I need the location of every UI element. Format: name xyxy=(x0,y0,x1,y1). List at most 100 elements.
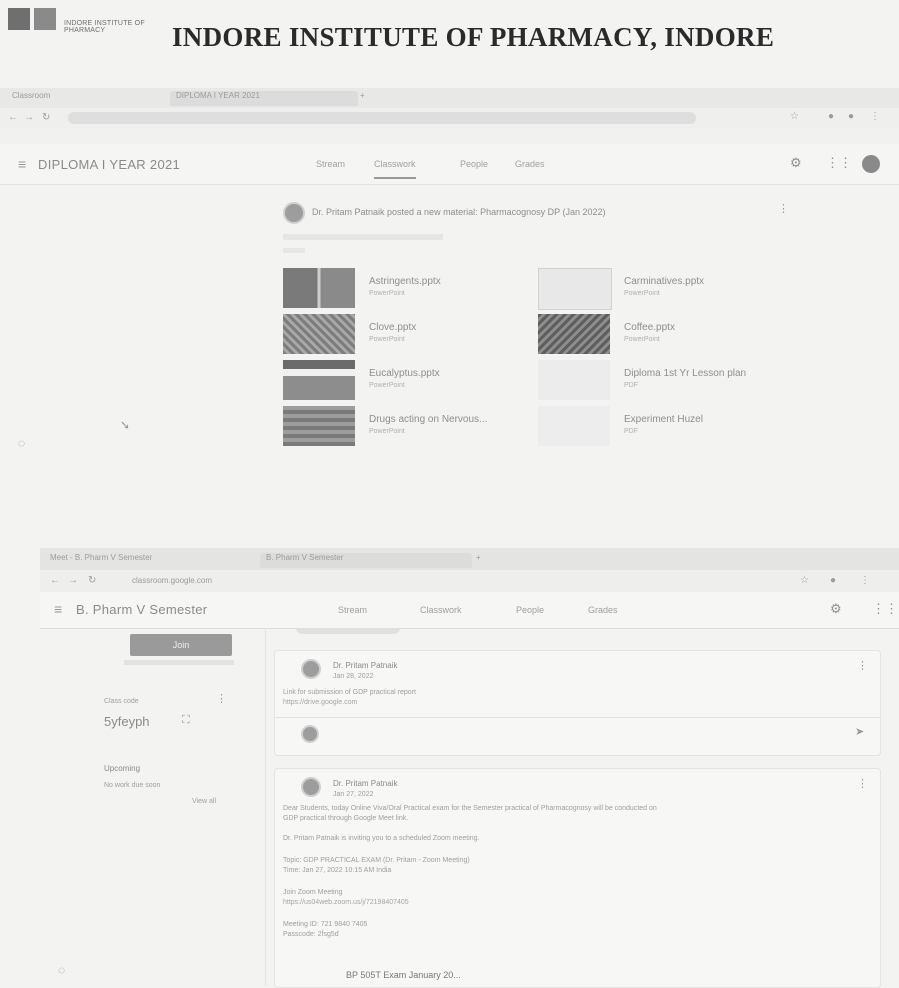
institute-title: INDORE INSTITUTE OF PHARMACY, INDORE xyxy=(172,22,775,52)
attachment-card[interactable]: Experiment Huzel PDF xyxy=(538,406,788,450)
tab-grades[interactable]: Grades xyxy=(515,159,545,169)
attachment-card[interactable]: Clove.pptx PowerPoint xyxy=(283,314,533,358)
join-button[interactable]: Join xyxy=(130,634,232,656)
more-options-icon[interactable]: ⋮ xyxy=(216,692,227,705)
post-link[interactable]: https://drive.google.com xyxy=(283,699,357,706)
more-options-icon[interactable]: ⋮ xyxy=(778,202,789,215)
tab-stream[interactable]: Stream xyxy=(316,159,345,169)
browser-tab-active[interactable]: B. Pharm V Semester xyxy=(260,553,472,568)
hamburger-menu-icon[interactable]: ≡ xyxy=(54,601,62,617)
zoom-link[interactable]: https://us04web.zoom.us/j/72198407405 xyxy=(283,899,409,906)
attachment-card[interactable]: Carminatives.pptx PowerPoint xyxy=(538,268,788,312)
class-code-label: Class code xyxy=(104,698,139,705)
classroom-screenshot-1: Classroom DIPLOMA I YEAR 2021 + ← → ↻ ☆ … xyxy=(0,88,899,500)
slide-thumbnail xyxy=(538,268,612,310)
attachment-card[interactable]: Coffee.pptx PowerPoint xyxy=(538,314,788,358)
attachment-name: Coffee.pptx xyxy=(624,322,675,333)
comment-avatar xyxy=(301,725,319,743)
attachment-type: PowerPoint xyxy=(369,382,405,389)
browser-tab[interactable]: Meet - B. Pharm V Semester xyxy=(50,553,152,568)
attachment-type: PDF xyxy=(624,428,638,435)
tab-classwork[interactable]: Classwork xyxy=(374,159,416,179)
attachment-type: PDF xyxy=(624,382,638,389)
extension-icon[interactable]: ● xyxy=(830,575,836,590)
attachment-card[interactable]: Astringents.pptx PowerPoint xyxy=(283,268,533,312)
reload-icon[interactable]: ↻ xyxy=(42,112,50,127)
new-tab-icon[interactable]: + xyxy=(476,553,481,568)
meet-link-line xyxy=(124,660,234,665)
post-date: Jan 28, 2022 xyxy=(333,673,374,680)
browser-tab-active[interactable]: DIPLOMA I YEAR 2021 xyxy=(170,91,358,106)
star-icon[interactable]: ☆ xyxy=(790,111,799,126)
browser-tab-strip: Meet - B. Pharm V Semester B. Pharm V Se… xyxy=(40,548,899,570)
address-input[interactable]: classroom.google.com xyxy=(132,576,212,591)
post-date: Jan 27, 2022 xyxy=(333,791,374,798)
post-body-line: GDP practical through Google Meet link. xyxy=(283,815,409,822)
browser-tab[interactable]: Classroom xyxy=(12,91,50,106)
class-title[interactable]: B. Pharm V Semester xyxy=(76,602,207,617)
tab-stream[interactable]: Stream xyxy=(338,605,367,615)
attachment-type: PowerPoint xyxy=(369,428,405,435)
attachment-name: Experiment Huzel xyxy=(624,414,703,425)
apps-grid-icon[interactable]: ⋮⋮ xyxy=(872,601,898,617)
post-heading[interactable]: Dr. Pritam Patnaik posted a new material… xyxy=(312,207,605,217)
address-input[interactable] xyxy=(68,112,696,124)
attached-file-name[interactable]: BP 505T Exam January 20... xyxy=(346,970,461,980)
attachment-type: PowerPoint xyxy=(624,336,660,343)
help-icon[interactable]: ◌ xyxy=(18,436,25,450)
logo-text: INDORE INSTITUTE OF PHARMACY xyxy=(64,20,145,34)
post-body-line: Join Zoom Meeting xyxy=(283,889,343,896)
poster-avatar xyxy=(283,202,305,224)
settings-gear-icon[interactable]: ⚙ xyxy=(790,155,802,171)
attachment-name: Eucalyptus.pptx xyxy=(369,368,440,379)
new-tab-icon[interactable]: + xyxy=(360,91,365,106)
account-avatar[interactable] xyxy=(862,155,880,173)
class-code-value: 5yfeyph xyxy=(104,714,150,729)
back-icon[interactable]: ← xyxy=(50,575,60,590)
send-icon[interactable]: ➤ xyxy=(855,725,864,738)
author-avatar xyxy=(301,659,321,679)
help-icon[interactable]: ◌ xyxy=(58,963,65,977)
classroom-top-bar: ≡ B. Pharm V Semester Stream Classwork P… xyxy=(40,592,899,629)
address-bar-row: ← → ↻ classroom.google.com ☆ ● ⋮ xyxy=(40,570,899,592)
settings-gear-icon[interactable]: ⚙ xyxy=(830,601,842,617)
apps-grid-icon[interactable]: ⋮⋮ xyxy=(826,155,852,171)
attachment-card[interactable]: Drugs acting on Nervous... PowerPoint xyxy=(283,406,533,450)
left-sidebar: Join Class code ⋮ 5yfeyph ⛶ Upcoming No … xyxy=(40,628,266,986)
extension-icon[interactable]: ● xyxy=(828,111,834,126)
forward-icon[interactable]: → xyxy=(68,575,78,590)
classroom-top-bar: ≡ DIPLOMA I YEAR 2021 Stream Classwork P… xyxy=(0,144,899,185)
back-icon[interactable]: ← xyxy=(8,112,18,127)
attachment-name: Drugs acting on Nervous... xyxy=(369,414,488,425)
post-body-line: Topic: GDP PRACTICAL EXAM (Dr. Pritam - … xyxy=(283,857,470,864)
tab-classwork[interactable]: Classwork xyxy=(420,605,462,615)
view-all-link[interactable]: View all xyxy=(192,798,216,805)
post-body-line: Dr. Pritam Patnaik is inviting you to a … xyxy=(283,835,480,842)
fullscreen-icon[interactable]: ⛶ xyxy=(182,714,190,727)
more-options-icon[interactable]: ⋮ xyxy=(857,777,868,790)
upcoming-heading: Upcoming xyxy=(104,764,141,773)
forward-icon[interactable]: → xyxy=(24,112,34,127)
class-title[interactable]: DIPLOMA I YEAR 2021 xyxy=(38,157,180,172)
profile-icon[interactable]: ● xyxy=(848,111,854,126)
slide-thumbnail xyxy=(283,360,355,400)
star-icon[interactable]: ☆ xyxy=(800,575,809,590)
previous-post-tail xyxy=(296,628,400,634)
reload-icon[interactable]: ↻ xyxy=(88,575,96,590)
stream-post: Dr. Pritam Patnaik Jan 28, 2022 ⋮ Link f… xyxy=(274,650,881,756)
more-options-icon[interactable]: ⋮ xyxy=(857,659,868,672)
attachment-name: Carminatives.pptx xyxy=(624,276,705,287)
logo-square-icon xyxy=(34,8,56,30)
stream-post: Dr. Pritam Patnaik Jan 27, 2022 ⋮ Dear S… xyxy=(274,768,881,988)
attachment-card[interactable]: Diploma 1st Yr Lesson plan PDF xyxy=(538,360,788,404)
attachment-card[interactable]: Eucalyptus.pptx PowerPoint xyxy=(283,360,533,404)
pdf-thumbnail xyxy=(538,360,610,400)
browser-menu-icon[interactable]: ⋮ xyxy=(860,575,870,590)
tab-people[interactable]: People xyxy=(460,159,488,169)
tab-grades[interactable]: Grades xyxy=(588,605,618,615)
hamburger-menu-icon[interactable]: ≡ xyxy=(18,156,26,172)
attachment-type: PowerPoint xyxy=(369,290,405,297)
browser-menu-icon[interactable]: ⋮ xyxy=(870,111,880,126)
tab-people[interactable]: People xyxy=(516,605,544,615)
attachment-type: PowerPoint xyxy=(624,290,660,297)
